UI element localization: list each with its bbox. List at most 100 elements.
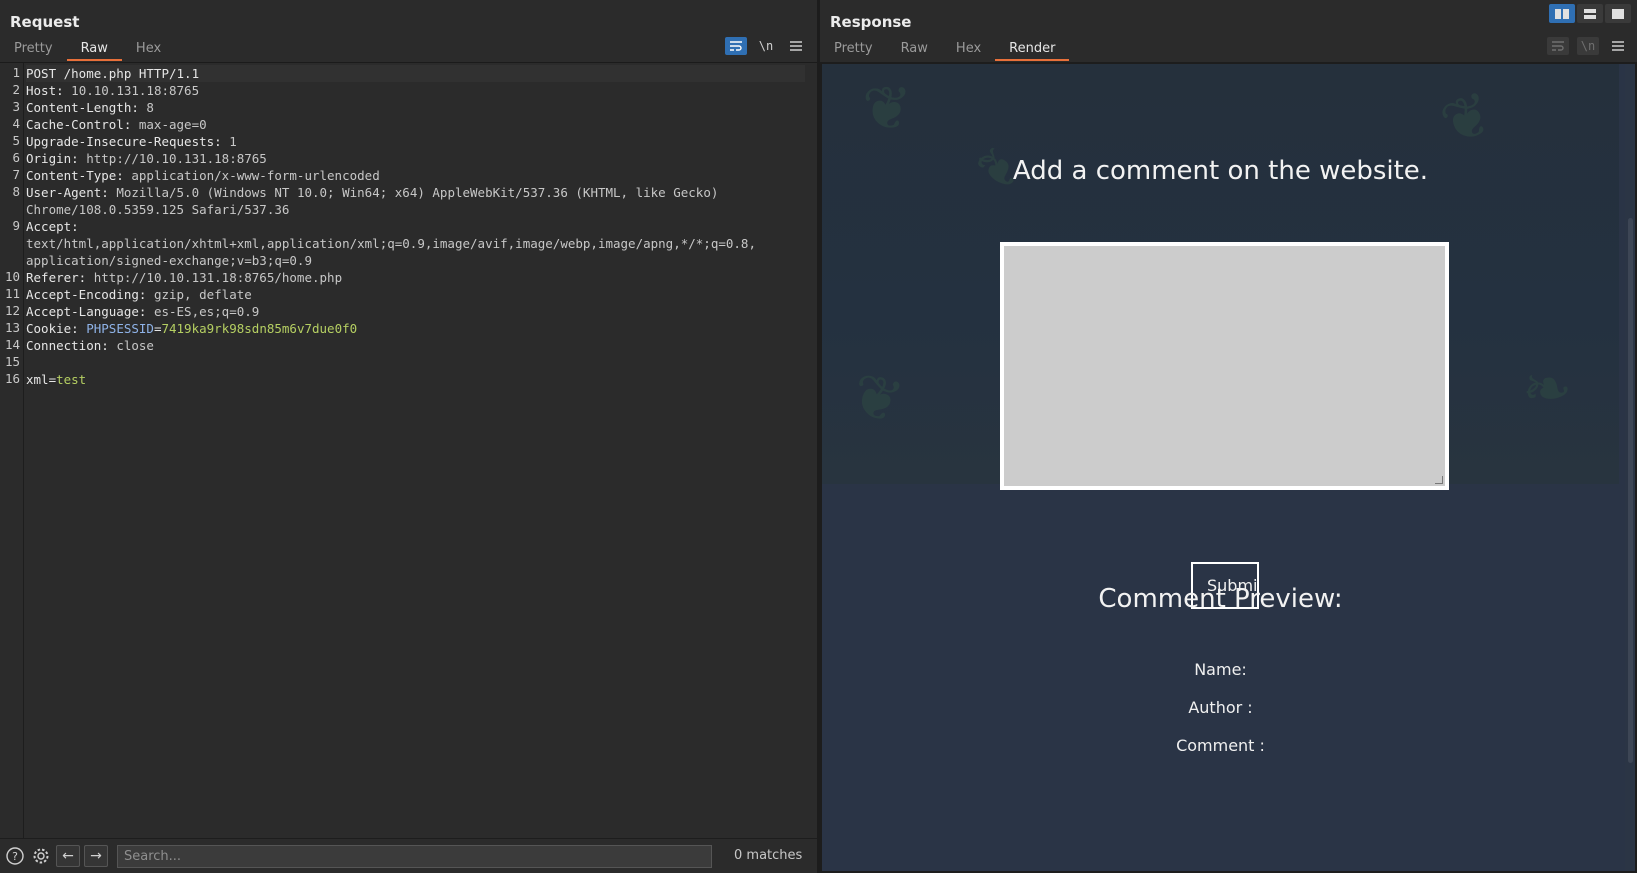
body-param-value: test <box>56 372 87 387</box>
cookie-value: 7419ka9rk98sdn85m6v7due0f0 <box>161 321 358 336</box>
code-line: Origin: http://10.10.131.18:8765 <box>26 150 805 167</box>
line-number: 9 <box>12 218 20 233</box>
code-line: POST /home.php HTTP/1.1 <box>26 65 805 82</box>
tab-pretty[interactable]: Pretty <box>0 37 67 61</box>
settings-icon[interactable] <box>30 845 52 867</box>
header-value: http://10.10.131.18:8765/home.php <box>86 270 343 285</box>
tab-hex[interactable]: Hex <box>942 37 995 61</box>
resize-handle-icon[interactable] <box>1435 476 1443 484</box>
code-line: Accept-Encoding: gzip, deflate <box>26 286 805 303</box>
previous-match-button[interactable]: ← <box>56 845 80 867</box>
line-number: 13 <box>4 320 20 335</box>
code-line: Host: 10.10.131.18:8765 <box>26 82 805 99</box>
code-line: Connection: close <box>26 337 805 354</box>
line-number: 2 <box>12 82 20 97</box>
header-name: Accept-Encoding: <box>26 287 147 302</box>
header-value: max-age=0 <box>131 117 207 132</box>
code-line: Content-Length: 8 <box>26 99 805 116</box>
body-param-name: xml <box>26 372 49 387</box>
code-line: xml=test <box>26 371 805 388</box>
tab-render[interactable]: Render <box>995 37 1070 61</box>
tab-raw[interactable]: Raw <box>66 37 123 61</box>
header-value: gzip, deflate <box>146 287 252 302</box>
page-heading: Add a comment on the website. <box>1012 156 1429 186</box>
header-name: Referer: <box>26 270 87 285</box>
request-pane: Request Pretty Raw Hex \n 1 2 3 4 5 6 7 8 9 10 11 1… <box>0 0 817 873</box>
code-line: Chrome/108.0.5359.125 Safari/537.36 <box>26 201 805 218</box>
tab-hex[interactable]: Hex <box>122 37 175 61</box>
code-line: text/html,application/xhtml+xml,applicat… <box>26 235 805 252</box>
code-line: Accept-Language: es-ES,es;q=0.9 <box>26 303 805 320</box>
header-name: Upgrade-Insecure-Requests: <box>26 134 222 149</box>
fern-leaf-icon: ❦ <box>1431 77 1503 161</box>
line-number: 16 <box>4 371 20 386</box>
header-value: Chrome/108.0.5359.125 Safari/537.36 <box>26 202 290 217</box>
preview-comment: Comment : <box>1176 736 1265 755</box>
wrap-icon[interactable] <box>725 37 747 55</box>
code-line: Referer: http://10.10.131.18:8765/home.p… <box>26 269 805 286</box>
header-value: 1 <box>221 134 237 149</box>
menu-icon[interactable] <box>785 37 807 55</box>
body-equals: = <box>48 372 57 387</box>
response-tabs: Pretty Raw Hex Render <box>820 37 1070 61</box>
request-tabs: Pretty Raw Hex <box>0 37 175 61</box>
match-count: 0 matches <box>734 848 803 863</box>
line-number: 12 <box>4 303 20 318</box>
code-line: Cookie: PHPSESSID=7419ka9rk98sdn85m6v7du… <box>26 320 805 337</box>
scrollbar-thumb[interactable] <box>1628 218 1633 763</box>
header-name: Accept-Language: <box>26 304 147 319</box>
header-value: application/signed-exchange;v=b3;q=0.9 <box>26 253 312 268</box>
line-number: 6 <box>12 150 20 165</box>
help-icon[interactable]: ? <box>4 845 26 867</box>
fern-leaf-icon: ❧ <box>1522 354 1573 424</box>
header-name: Cookie: <box>26 321 79 336</box>
header-name: Content-Length: <box>26 100 139 115</box>
newline-icon[interactable]: \n <box>755 37 777 55</box>
request-toolbar: \n <box>725 37 807 55</box>
layout-single-icon[interactable] <box>1605 4 1631 23</box>
header-name: User-Agent: <box>26 185 109 200</box>
preview-heading: Comment Preview: <box>1098 584 1343 614</box>
line-number: 11 <box>4 286 20 301</box>
menu-icon[interactable] <box>1607 37 1629 55</box>
response-title: Response <box>830 13 912 31</box>
line-number: 14 <box>4 337 20 352</box>
line-number: 1 <box>12 65 20 80</box>
header-value: 10.10.131.18:8765 <box>63 83 200 98</box>
cookie-name: PHPSESSID <box>86 321 154 336</box>
search-input[interactable]: Search... <box>117 845 712 868</box>
code-line: User-Agent: Mozilla/5.0 (Windows NT 10.0… <box>26 184 805 201</box>
request-editor[interactable]: 1 2 3 4 5 6 7 8 9 10 11 12 13 14 15 16 POST /home.php HT… <box>0 62 817 838</box>
comment-textarea[interactable] <box>1000 242 1449 490</box>
line-number: 4 <box>12 116 20 131</box>
header-name: Cache-Control: <box>26 117 132 132</box>
request-title: Request <box>10 13 80 31</box>
tab-raw[interactable]: Raw <box>887 37 942 61</box>
header-name: POST /home.php HTTP/1.1 <box>26 66 200 81</box>
layout-side-by-side-icon[interactable] <box>1549 4 1575 23</box>
header-value: application/x-www-form-urlencoded <box>123 168 380 183</box>
header-value: http://10.10.131.18:8765 <box>78 151 267 166</box>
preview-name: Name: <box>1194 660 1247 679</box>
header-value: close <box>108 338 154 353</box>
render-scrollbar[interactable] <box>1625 64 1635 871</box>
fern-leaf-icon: ❦ <box>862 74 913 144</box>
tab-pretty[interactable]: Pretty <box>820 37 887 61</box>
next-match-button[interactable]: → <box>84 845 108 867</box>
header-name: Accept: <box>26 219 79 234</box>
preview-author: Author : <box>1188 698 1253 717</box>
line-number: 15 <box>4 354 20 369</box>
code-line: Accept: <box>26 218 805 235</box>
layout-stacked-icon[interactable] <box>1577 4 1603 23</box>
code-line: Cache-Control: max-age=0 <box>26 116 805 133</box>
layout-switcher <box>1549 4 1631 23</box>
header-name: Content-Type: <box>26 168 124 183</box>
response-toolbar: \n <box>1547 37 1629 55</box>
code-line: application/signed-exchange;v=b3;q=0.9 <box>26 252 805 269</box>
newline-icon: \n <box>1577 37 1599 55</box>
code-line: Upgrade-Insecure-Requests: 1 <box>26 133 805 150</box>
code-line: Content-Type: application/x-www-form-url… <box>26 167 805 184</box>
search-bar: ? ← → Search... 0 matches <box>0 838 817 873</box>
line-number: 3 <box>12 99 20 114</box>
